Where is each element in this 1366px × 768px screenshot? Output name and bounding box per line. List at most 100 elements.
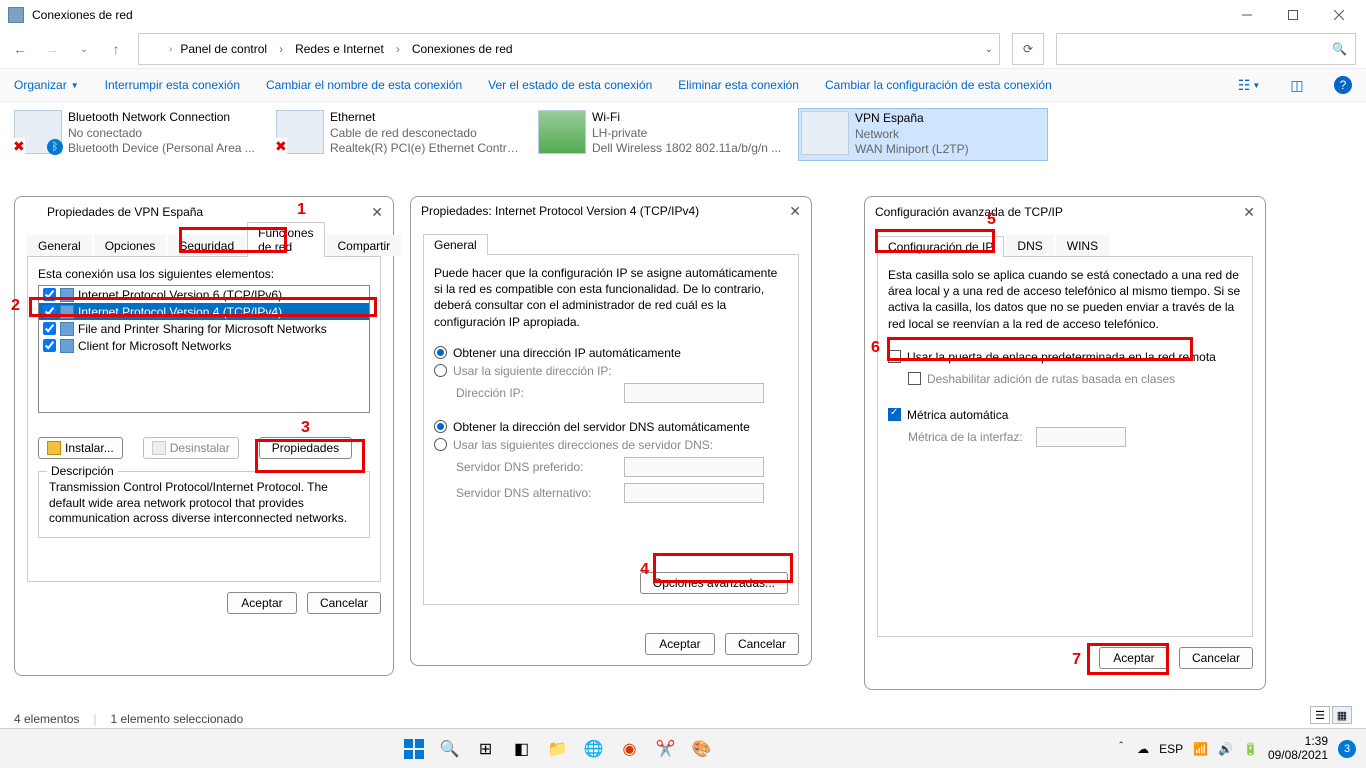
notification-count[interactable]: 3 xyxy=(1338,740,1356,758)
widgets-button[interactable]: ◧ xyxy=(508,735,536,763)
view-options-button[interactable]: ☷▼ xyxy=(1238,74,1260,96)
accept-button[interactable]: Aceptar xyxy=(227,592,297,614)
explorer-taskbar-button[interactable]: 📁 xyxy=(544,735,572,763)
radio-manual-ip[interactable]: Usar la siguiente dirección IP: xyxy=(434,362,788,380)
maximize-button[interactable] xyxy=(1270,0,1316,30)
tab-opciones[interactable]: Opciones xyxy=(94,235,167,256)
properties-button[interactable]: Propiedades xyxy=(259,437,352,459)
chevron-down-icon[interactable]: ⌄ xyxy=(985,44,993,55)
list-item-fileprinter[interactable]: File and Printer Sharing for Microsoft N… xyxy=(39,320,369,337)
onedrive-icon[interactable]: ☁ xyxy=(1137,742,1149,756)
rename-cmd[interactable]: Cambiar el nombre de esta conexión xyxy=(266,78,462,92)
list-item-ipv4[interactable]: Internet Protocol Version 4 (TCP/IPv4) xyxy=(39,303,369,320)
ipv4-properties-dialog: Propiedades: Internet Protocol Version 4… xyxy=(410,196,812,666)
protocol-icon xyxy=(60,305,74,319)
list-item-ipv6[interactable]: Internet Protocol Version 6 (TCP/IPv6) xyxy=(39,286,369,303)
tab-wins[interactable]: WINS xyxy=(1056,235,1109,256)
recent-dropdown[interactable]: ⌄ xyxy=(74,39,94,59)
connection-name: Wi-Fi xyxy=(592,110,781,126)
install-button[interactable]: Instalar... xyxy=(38,437,123,459)
checkbox[interactable] xyxy=(43,288,56,301)
dns1-label: Servidor DNS preferido: xyxy=(456,460,616,474)
tcpip-advanced-dialog: Configuración avanzada de TCP/IP ✕ Confi… xyxy=(864,196,1266,690)
shield-icon xyxy=(47,441,61,455)
delete-cmd[interactable]: Eliminar esta conexión xyxy=(678,78,799,92)
protocol-icon xyxy=(60,288,74,302)
cancel-button[interactable]: Cancelar xyxy=(1179,647,1253,669)
checkbox-disable-class-routes[interactable]: Deshabilitar adición de rutas basada en … xyxy=(888,368,1242,390)
tab-seguridad[interactable]: Seguridad xyxy=(168,235,245,256)
connection-device: Realtek(R) PCI(e) Ethernet Control... xyxy=(330,141,522,157)
clock[interactable]: 1:39 09/08/2021 xyxy=(1268,735,1328,761)
accept-button[interactable]: Aceptar xyxy=(1099,647,1169,669)
search-input[interactable]: 🔍 xyxy=(1056,33,1356,65)
view-details-button[interactable]: ☰ xyxy=(1310,706,1330,724)
task-view-button[interactable]: ⊞ xyxy=(472,735,500,763)
network-elements-list[interactable]: Internet Protocol Version 6 (TCP/IPv6) I… xyxy=(38,285,370,413)
edge-taskbar-button[interactable]: 🌐 xyxy=(580,735,608,763)
cancel-button[interactable]: Cancelar xyxy=(725,633,799,655)
radio-auto-ip[interactable]: Obtener una dirección IP automáticamente xyxy=(434,344,788,362)
checkbox[interactable] xyxy=(43,305,56,318)
item-count: 4 elementos xyxy=(14,712,79,726)
close-icon[interactable]: ✕ xyxy=(371,204,383,221)
close-icon[interactable]: ✕ xyxy=(1243,204,1255,221)
battery-icon[interactable]: 🔋 xyxy=(1243,742,1258,756)
crumb-control-panel[interactable]: Panel de control xyxy=(180,42,267,56)
preview-pane-button[interactable]: ◫ xyxy=(1286,74,1308,96)
dialog-title: Propiedades: Internet Protocol Version 4… xyxy=(421,204,699,218)
advanced-options-button[interactable]: Opciones avanzadas... xyxy=(640,572,788,594)
description-text: Transmission Control Protocol/Internet P… xyxy=(49,480,359,527)
dialog-title: Configuración avanzada de TCP/IP xyxy=(875,205,1063,219)
disconnect-cmd[interactable]: Interrumpir esta conexión xyxy=(105,78,240,92)
checkbox[interactable] xyxy=(43,339,56,352)
volume-icon[interactable]: 🔊 xyxy=(1218,742,1233,756)
status-cmd[interactable]: Ver el estado de esta conexión xyxy=(488,78,652,92)
minimize-button[interactable] xyxy=(1224,0,1270,30)
connection-ethernet[interactable]: Ethernet Cable de red desconectado Realt… xyxy=(274,108,524,161)
up-button[interactable]: ↑ xyxy=(106,39,126,59)
uninstall-button[interactable]: Desinstalar xyxy=(143,437,239,459)
help-button[interactable]: ? xyxy=(1334,76,1352,94)
snipping-taskbar-button[interactable]: ✂️ xyxy=(652,735,680,763)
adapter-icon xyxy=(276,110,324,154)
vpn-properties-dialog: Propiedades de VPN España ✕ General Opci… xyxy=(14,196,394,676)
forward-button[interactable]: → xyxy=(42,39,62,59)
close-icon[interactable]: ✕ xyxy=(789,203,801,220)
list-item-client[interactable]: Client for Microsoft Networks xyxy=(39,337,369,354)
tab-general[interactable]: General xyxy=(423,234,488,255)
address-bar[interactable]: › Panel de control › Redes e Internet › … xyxy=(138,33,1000,65)
cancel-button[interactable]: Cancelar xyxy=(307,592,381,614)
search-button[interactable]: 🔍 xyxy=(436,735,464,763)
tab-compartir[interactable]: Compartir xyxy=(327,235,402,256)
connection-wifi[interactable]: Wi-Fi LH-private Dell Wireless 1802 802.… xyxy=(536,108,786,161)
tab-ip-config[interactable]: Configuración de IP xyxy=(877,236,1004,257)
accept-button[interactable]: Aceptar xyxy=(645,633,715,655)
tray-overflow-button[interactable]: ＾ xyxy=(1115,740,1127,757)
office-taskbar-button[interactable]: ◉ xyxy=(616,735,644,763)
checkbox-remote-gateway[interactable]: Usar la puerta de enlace predeterminada … xyxy=(888,346,1242,368)
checkbox[interactable] xyxy=(43,322,56,335)
view-icons-button[interactable]: ▦ xyxy=(1332,706,1352,724)
back-button[interactable]: ← xyxy=(10,39,30,59)
tab-funciones-de-red[interactable]: Funciones de red xyxy=(247,222,324,257)
crumb-network-internet[interactable]: Redes e Internet xyxy=(295,42,384,56)
close-button[interactable] xyxy=(1316,0,1362,30)
adapter-icon xyxy=(14,110,62,154)
connection-vpn-espana[interactable]: VPN España Network WAN Miniport (L2TP) xyxy=(798,108,1048,161)
language-indicator[interactable]: ESP xyxy=(1159,742,1183,756)
radio-auto-dns[interactable]: Obtener la dirección del servidor DNS au… xyxy=(434,418,788,436)
tab-general[interactable]: General xyxy=(27,235,92,256)
tab-dns[interactable]: DNS xyxy=(1006,235,1053,256)
organize-menu[interactable]: Organizar▼ xyxy=(14,78,79,92)
elements-label: Esta conexión usa los siguientes element… xyxy=(38,267,370,281)
crumb-network-connections[interactable]: Conexiones de red xyxy=(412,42,513,56)
wifi-icon[interactable]: 📶 xyxy=(1193,742,1208,756)
radio-manual-dns[interactable]: Usar las siguientes direcciones de servi… xyxy=(434,436,788,454)
refresh-button[interactable]: ⟳ xyxy=(1012,33,1044,65)
paint-taskbar-button[interactable]: 🎨 xyxy=(688,735,716,763)
connection-bluetooth[interactable]: Bluetooth Network Connection No conectad… xyxy=(12,108,262,161)
start-button[interactable] xyxy=(400,735,428,763)
checkbox-auto-metric[interactable]: Métrica automática xyxy=(888,406,1242,424)
settings-cmd[interactable]: Cambiar la configuración de esta conexió… xyxy=(825,78,1052,92)
